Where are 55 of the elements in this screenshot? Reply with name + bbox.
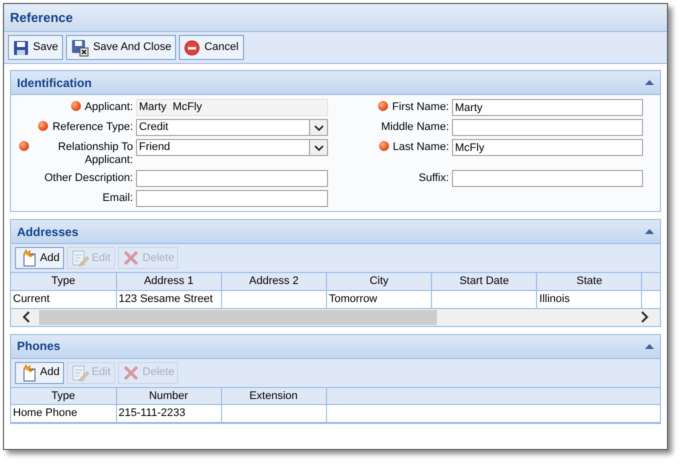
toolbar-button[interactable]: Save And Close — [66, 35, 176, 60]
floppy-disk-close-icon — [71, 38, 90, 56]
table-cell: 215-111-2233 — [118, 407, 186, 420]
table-cell: Illinois — [539, 292, 570, 305]
column-header[interactable]: Address 1 — [116, 273, 222, 290]
column-header[interactable]: Type — [11, 273, 116, 290]
field-label: Last Name: — [392, 140, 449, 154]
text-field[interactable]: McFly — [452, 139, 643, 156]
collapse-icon[interactable] — [645, 80, 654, 85]
table-cell: 123 Sesame Street — [118, 292, 213, 305]
window-title: Reference — [10, 8, 73, 27]
field-label: Middle Name: — [381, 120, 449, 134]
field-label: Email: — [102, 191, 133, 205]
readonly-field: Marty McFly — [136, 99, 328, 116]
column-header[interactable]: Type — [11, 388, 116, 404]
scrollbar-thumb[interactable] — [39, 310, 437, 324]
section-title: Identification — [17, 74, 92, 92]
chevron-down-icon — [309, 140, 327, 155]
text-field[interactable] — [136, 170, 328, 187]
column-header[interactable]: Address 2 — [221, 273, 326, 290]
table-cell: Home Phone — [13, 407, 78, 420]
table-cell: Current — [13, 292, 50, 305]
toolbar-button[interactable]: Save — [8, 35, 64, 60]
dropdown-field[interactable]: Friend — [136, 139, 328, 156]
grid-action-button[interactable]: Add — [15, 247, 64, 269]
field-label: Applicant: — [84, 100, 133, 114]
text-field[interactable] — [452, 170, 643, 187]
column-header[interactable]: City — [326, 273, 432, 290]
grid-action-button[interactable]: Add — [15, 362, 64, 384]
edit-document-icon — [70, 249, 89, 267]
field-label: Other Description: — [44, 171, 133, 185]
toolbar-button[interactable]: Cancel — [179, 35, 244, 60]
text-field[interactable] — [136, 190, 328, 207]
column-header[interactable]: Start Date — [432, 273, 537, 290]
column-header[interactable]: Number — [116, 388, 221, 404]
field-label: Reference Type: — [52, 120, 133, 134]
collapse-icon[interactable] — [645, 229, 654, 234]
edit-document-icon — [70, 364, 89, 382]
field-label: First Name: — [392, 100, 449, 114]
delete-icon — [122, 364, 140, 382]
section-title: Phones — [17, 338, 60, 355]
column-header[interactable]: State — [536, 273, 642, 290]
section-title: Addresses — [17, 224, 78, 240]
horizontal-scrollbar[interactable] — [11, 308, 660, 326]
delete-icon — [122, 249, 140, 267]
field-label: Suffix: — [418, 171, 449, 185]
cancel-icon — [184, 40, 200, 56]
chevron-down-icon — [309, 120, 327, 135]
dropdown-field[interactable]: Credit — [136, 119, 328, 136]
text-field[interactable]: Marty — [452, 99, 643, 116]
collapse-icon[interactable] — [645, 344, 654, 348]
field-label: Relationship To Applicant: — [56, 140, 133, 167]
table-cell: Tomorrow — [328, 292, 378, 305]
text-field[interactable] — [452, 119, 643, 136]
column-header[interactable]: Extension — [221, 388, 326, 404]
